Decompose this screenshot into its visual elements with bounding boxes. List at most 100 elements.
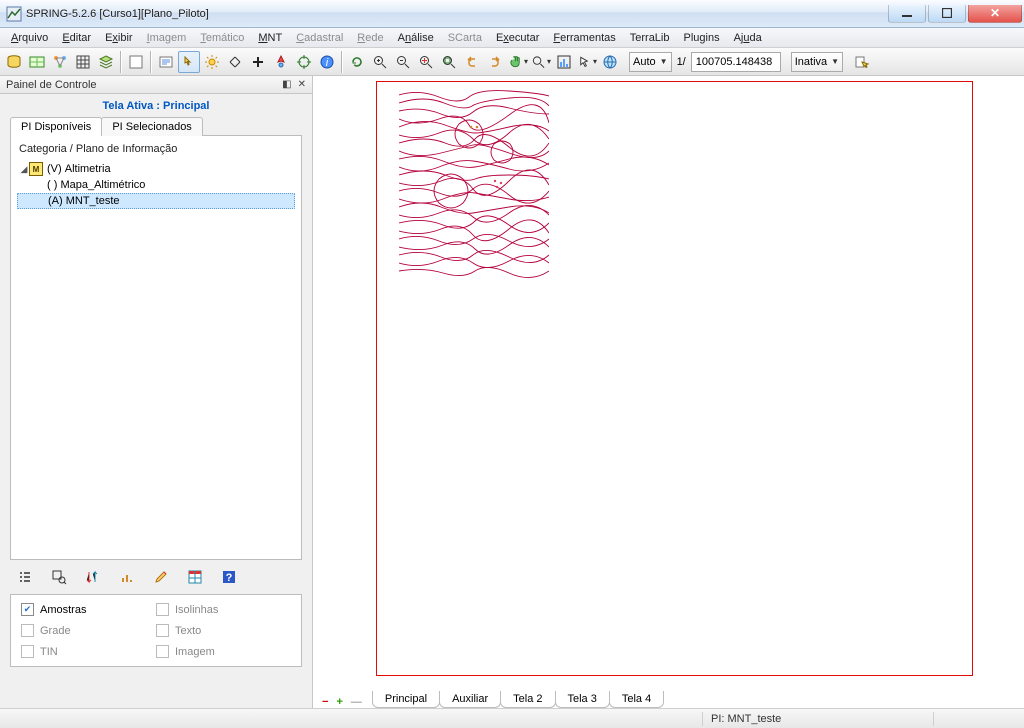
tab-add-icon[interactable]: + bbox=[332, 696, 346, 708]
display-options: ✔ Amostras Isolinhas Grade Texto TIN Imag… bbox=[10, 594, 302, 667]
panel-table-icon[interactable] bbox=[186, 568, 204, 586]
window-titlebar: SPRING-5.2.6 [Curso1][Plano_Piloto] ✕ bbox=[0, 0, 1024, 28]
tool-undo-icon[interactable] bbox=[461, 51, 483, 73]
window-maximize-button[interactable] bbox=[928, 5, 966, 23]
scale-value: 100705.148438 bbox=[696, 56, 772, 68]
tool-zoomin-icon[interactable] bbox=[369, 51, 391, 73]
canvas-tab-tela4[interactable]: Tela 4 bbox=[609, 691, 664, 708]
menu-arquivo[interactable]: Arquivo bbox=[4, 30, 55, 46]
control-panel: Painel de Controle ◧ ✕ Tela Ativa : Prin… bbox=[0, 76, 313, 708]
tool-zoomout-icon[interactable] bbox=[392, 51, 414, 73]
tool-databases-icon[interactable] bbox=[3, 51, 25, 73]
contour-lines bbox=[399, 89, 549, 279]
map-canvas-area: − + — Principal Auxiliar Tela 2 Tela 3 T… bbox=[313, 76, 1024, 708]
combo-inativa[interactable]: Inativa▼ bbox=[791, 52, 843, 72]
tool-world-icon[interactable] bbox=[599, 51, 621, 73]
panel-list-icon[interactable] bbox=[16, 568, 34, 586]
panel-title: Painel de Controle bbox=[6, 79, 97, 91]
canvas-tab-tela3[interactable]: Tela 3 bbox=[555, 691, 610, 708]
tree-item-mnt-teste[interactable]: (A) MNT_teste bbox=[17, 193, 295, 209]
tool-chart-icon[interactable] bbox=[553, 51, 575, 73]
chk-amostras-label: Amostras bbox=[40, 604, 86, 616]
category-m-icon: M bbox=[29, 162, 43, 176]
tool-layers-icon[interactable] bbox=[95, 51, 117, 73]
menu-tematico[interactable]: Temático bbox=[193, 30, 251, 46]
chk-tin[interactable]: TIN bbox=[21, 645, 156, 658]
tab-dash-icon[interactable]: — bbox=[347, 696, 366, 708]
tool-target-icon[interactable] bbox=[293, 51, 315, 73]
panel-toolbar: ? bbox=[0, 560, 312, 594]
tool-info2-icon[interactable]: i bbox=[316, 51, 338, 73]
panel-undock-icon[interactable]: ◧ bbox=[282, 79, 291, 90]
tab-pi-selecionados[interactable]: PI Selecionados bbox=[101, 117, 203, 136]
tool-nav-icon[interactable] bbox=[270, 51, 292, 73]
tool-sun-icon[interactable] bbox=[201, 51, 223, 73]
menu-ferramentas[interactable]: Ferramentas bbox=[546, 30, 622, 46]
combo-inativa-label: Inativa bbox=[795, 56, 827, 68]
window-close-button[interactable]: ✕ bbox=[968, 5, 1022, 23]
panel-chart-icon[interactable] bbox=[118, 568, 136, 586]
tool-redo-icon[interactable] bbox=[484, 51, 506, 73]
canvas-tab-tela2[interactable]: Tela 2 bbox=[500, 691, 555, 708]
chk-isolinhas[interactable]: Isolinhas bbox=[156, 603, 291, 616]
tab-remove-icon[interactable]: − bbox=[318, 696, 332, 708]
tree-collapse-icon[interactable]: ◢ bbox=[19, 164, 29, 175]
tool-zoom-extent-icon[interactable] bbox=[438, 51, 460, 73]
menu-executar[interactable]: Executar bbox=[489, 30, 546, 46]
window-minimize-button[interactable] bbox=[888, 5, 926, 23]
tool-measure-dd-icon[interactable]: ▾ bbox=[530, 51, 552, 73]
canvas-tab-principal[interactable]: Principal bbox=[372, 691, 440, 708]
tool-execute-icon[interactable] bbox=[851, 51, 873, 73]
tool-zoom-pi-icon[interactable] bbox=[415, 51, 437, 73]
tab-pi-disponiveis-label: PI Disponíveis bbox=[21, 121, 91, 133]
tab-pi-disponiveis[interactable]: PI Disponíveis bbox=[10, 117, 102, 136]
tool-pointer-icon[interactable]: ▾ bbox=[576, 51, 598, 73]
menu-cadastral[interactable]: Cadastral bbox=[289, 30, 350, 46]
menu-analise[interactable]: Análise bbox=[391, 30, 441, 46]
scale-prefix: 1/ bbox=[673, 56, 690, 68]
panel-help-icon[interactable]: ? bbox=[220, 568, 238, 586]
canvas-tab-tela3-label: Tela 3 bbox=[568, 693, 597, 705]
menu-rede[interactable]: Rede bbox=[350, 30, 390, 46]
chk-grade[interactable]: Grade bbox=[21, 624, 156, 637]
tree-item-mapa-altimetrico[interactable]: ( ) Mapa_Altimétrico bbox=[17, 177, 295, 193]
menu-editar[interactable]: Editar bbox=[55, 30, 98, 46]
tree-view[interactable]: Categoria / Plano de Informação ◢ M (V) … bbox=[10, 135, 302, 560]
chk-amostras[interactable]: ✔ Amostras bbox=[21, 603, 156, 616]
checkbox-checked-icon: ✔ bbox=[21, 603, 34, 616]
checkbox-icon bbox=[21, 645, 34, 658]
panel-search-icon[interactable] bbox=[50, 568, 68, 586]
tool-grid-icon[interactable] bbox=[72, 51, 94, 73]
chk-imagem[interactable]: Imagem bbox=[156, 645, 291, 658]
tree-root-name: Altimetria bbox=[65, 163, 111, 175]
menu-mnt[interactable]: MNT bbox=[251, 30, 289, 46]
menu-exibir[interactable]: Exibir bbox=[98, 30, 140, 46]
tree-item-altimetria[interactable]: ◢ M (V) Altimetria bbox=[17, 161, 295, 177]
menu-scarta[interactable]: SCarta bbox=[441, 30, 489, 46]
chk-isolinhas-label: Isolinhas bbox=[175, 604, 218, 616]
menu-imagem[interactable]: Imagem bbox=[140, 30, 194, 46]
tool-pan-dd-icon[interactable]: ▾ bbox=[507, 51, 529, 73]
tool-expand-icon[interactable] bbox=[224, 51, 246, 73]
panel-pencil-icon[interactable] bbox=[152, 568, 170, 586]
tool-model-icon[interactable] bbox=[49, 51, 71, 73]
tool-refresh-icon[interactable] bbox=[346, 51, 368, 73]
menu-plugins[interactable]: Plugins bbox=[677, 30, 727, 46]
map-canvas[interactable] bbox=[313, 76, 1024, 686]
canvas-tabs: − + — Principal Auxiliar Tela 2 Tela 3 T… bbox=[313, 686, 1024, 708]
tool-select-icon[interactable] bbox=[178, 51, 200, 73]
canvas-tab-auxiliar[interactable]: Auxiliar bbox=[439, 691, 501, 708]
panel-header: Painel de Controle ◧ ✕ bbox=[0, 76, 312, 94]
chk-texto[interactable]: Texto bbox=[156, 624, 291, 637]
menu-ajuda[interactable]: Ajuda bbox=[727, 30, 769, 46]
panel-close-icon[interactable]: ✕ bbox=[298, 79, 306, 90]
chk-tin-label: TIN bbox=[40, 646, 58, 658]
panel-sort-icon[interactable] bbox=[84, 568, 102, 586]
tool-map-icon[interactable] bbox=[26, 51, 48, 73]
menu-terralib[interactable]: TerraLib bbox=[623, 30, 677, 46]
scale-input[interactable]: 100705.148438 bbox=[691, 52, 781, 72]
tool-info-icon[interactable] bbox=[155, 51, 177, 73]
tool-panel-icon[interactable] bbox=[125, 51, 147, 73]
tool-plus-icon[interactable] bbox=[247, 51, 269, 73]
combo-auto[interactable]: Auto▼ bbox=[629, 52, 672, 72]
